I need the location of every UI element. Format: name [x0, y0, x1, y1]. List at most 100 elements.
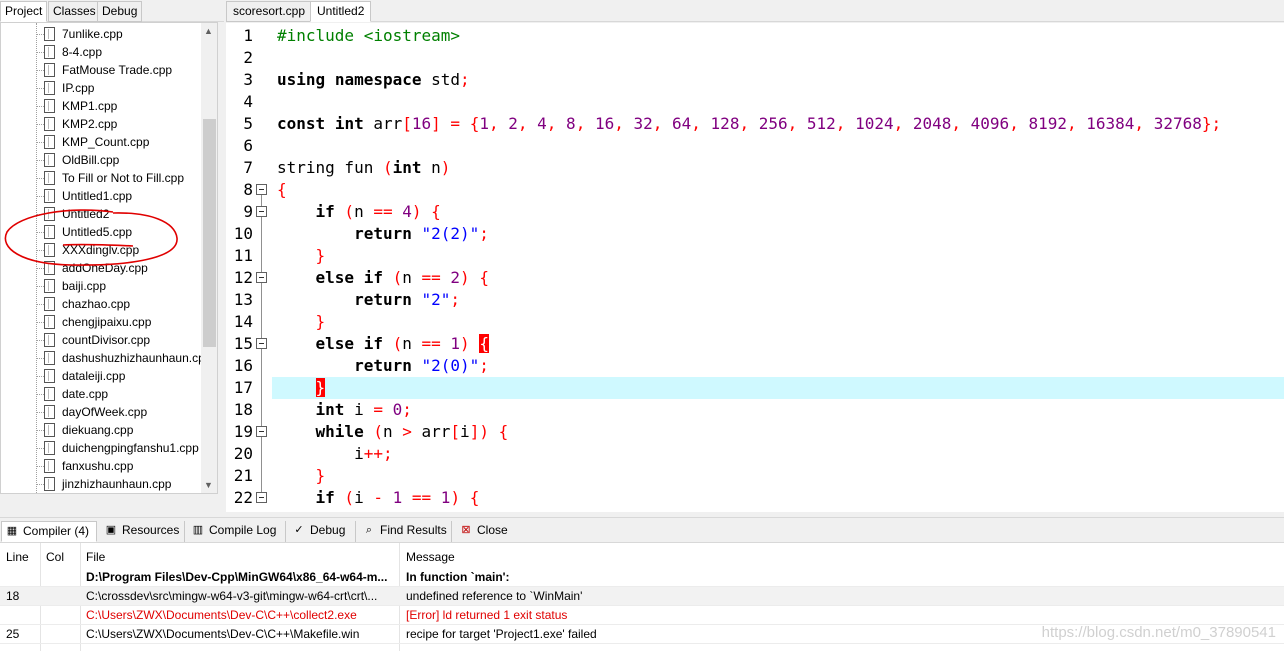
- tree-file-item[interactable]: dayOfWeek.cpp: [1, 403, 201, 421]
- tab-debug-label: Debug: [310, 523, 346, 537]
- code-token: i: [460, 422, 470, 441]
- tab-compile-log[interactable]: ▥ Compile Log: [188, 521, 286, 542]
- fold-minus-icon[interactable]: [256, 272, 267, 283]
- code-line[interactable]: using namespace std;: [277, 69, 470, 91]
- code-line[interactable]: }: [277, 245, 326, 267]
- scroll-up-icon[interactable]: ▲: [204, 26, 213, 36]
- line-number: 5: [243, 114, 253, 133]
- tab-project[interactable]: Project: [0, 1, 48, 22]
- editor-tab-untitled2[interactable]: Untitled2: [310, 1, 372, 22]
- file-icon: [44, 243, 55, 257]
- header-col[interactable]: Col: [46, 547, 64, 567]
- fold-minus-icon[interactable]: [256, 206, 267, 217]
- project-tree: 7unlike.cpp 8-4.cpp FatMouse Trade.cpp IP.c…: [0, 22, 218, 494]
- code-token: -: [373, 488, 383, 507]
- header-message[interactable]: Message: [406, 547, 455, 567]
- tree-file-item[interactable]: duichengpingfanshu1.cpp: [1, 439, 201, 457]
- code-token: n: [382, 422, 403, 441]
- tree-file-item[interactable]: countDivisor.cpp: [1, 331, 201, 349]
- line-number: 6: [243, 136, 253, 155]
- fold-minus-icon[interactable]: [256, 492, 267, 503]
- code-line[interactable]: while (n > arr[i]) {: [277, 421, 509, 443]
- tree-file-item[interactable]: KMP2.cpp: [1, 115, 201, 133]
- code-token: {: [277, 180, 287, 199]
- fold-minus-icon[interactable]: [256, 338, 267, 349]
- tree-file-item[interactable]: Untitled1.cpp: [1, 187, 201, 205]
- tree-file-item[interactable]: Untitled5.cpp: [1, 223, 201, 241]
- tree-file-item[interactable]: 8-4.cpp: [1, 43, 201, 61]
- tree-file-item[interactable]: XXXdinglv.cpp: [1, 241, 201, 259]
- code-line[interactable]: #include <iostream>: [277, 25, 460, 47]
- code-line[interactable]: if (n == 4) {: [277, 201, 441, 223]
- code-line[interactable]: {: [277, 179, 287, 201]
- cell-message: undefined reference to `WinMain': [406, 589, 583, 603]
- line-number: 1: [243, 26, 253, 45]
- table-row[interactable]: D:\Program Files\Dev-Cpp\MinGW64\x86_64-…: [0, 568, 1284, 587]
- tab-classes[interactable]: Classes: [48, 1, 101, 22]
- code-token: (: [334, 488, 355, 507]
- table-row[interactable]: C:\Users\ZWX\Documents\Dev-C\C++\collect…: [0, 606, 1284, 625]
- tab-compiler[interactable]: ▦ Compiler (4): [1, 521, 97, 542]
- tree-file-item[interactable]: 7unlike.cpp: [1, 25, 201, 43]
- tree-file-item[interactable]: diekuang.cpp: [1, 421, 201, 439]
- code-line[interactable]: else if (n == 2) {: [277, 267, 489, 289]
- tab-debug-output[interactable]: ✓ Debug: [289, 521, 356, 542]
- file-icon: [44, 117, 55, 131]
- tree-file-label: date.cpp: [62, 387, 109, 401]
- table-row[interactable]: 18 C:\crossdev\src\mingw-w64-v3-git\mingw…: [0, 587, 1284, 606]
- code-token: {: [479, 334, 489, 353]
- code-line[interactable]: }: [277, 311, 326, 333]
- tree-file-item[interactable]: date.cpp: [1, 385, 201, 403]
- tree-file-item[interactable]: chazhao.cpp: [1, 295, 201, 313]
- tree-file-item[interactable]: baiji.cpp: [1, 277, 201, 295]
- tree-connector: [37, 124, 44, 125]
- tree-file-item[interactable]: dataleiji.cpp: [1, 367, 201, 385]
- tree-connector: [37, 286, 44, 287]
- fold-minus-icon[interactable]: [256, 426, 267, 437]
- scroll-down-icon[interactable]: ▼: [204, 480, 213, 490]
- tree-file-item[interactable]: dashushuzhizhaunhaun.cpp: [1, 349, 211, 367]
- code-line[interactable]: return "2";: [277, 289, 460, 311]
- editor-tab-scoresort[interactable]: scoresort.cpp: [226, 1, 313, 22]
- code-line[interactable]: int i = 0;: [277, 399, 412, 421]
- code-token: 32: [633, 114, 653, 133]
- code-token: ) {: [411, 202, 441, 221]
- code-token: 8192: [1028, 114, 1067, 133]
- code-line[interactable]: }: [277, 465, 326, 487]
- code-token: std: [421, 70, 461, 89]
- code-token: n: [402, 268, 422, 287]
- code-line[interactable]: if (i - 1 == 1) {: [277, 487, 480, 509]
- tree-file-item[interactable]: chengjipaixu.cpp: [1, 313, 201, 331]
- header-file[interactable]: File: [86, 547, 105, 567]
- tree-file-item[interactable]: KMP1.cpp: [1, 97, 201, 115]
- code-line[interactable]: i++;: [277, 443, 393, 465]
- tree-file-item[interactable]: Untitled2: [1, 205, 201, 223]
- current-code-line[interactable]: }: [272, 377, 1284, 399]
- code-line[interactable]: string fun (int n): [277, 157, 450, 179]
- scroll-thumb[interactable]: [203, 119, 216, 347]
- code-line[interactable]: const int arr[16] = {1, 2, 4, 8, 16, 32,…: [277, 113, 1221, 135]
- tree-connector: [37, 322, 44, 323]
- header-line[interactable]: Line: [6, 547, 29, 567]
- tree-file-item[interactable]: KMP_Count.cpp: [1, 133, 201, 151]
- code-line[interactable]: else if (n == 1) {: [277, 333, 489, 355]
- file-icon: [44, 387, 55, 401]
- tab-close[interactable]: ⊠ Close: [456, 521, 516, 542]
- tree-file-item[interactable]: IP.cpp: [1, 79, 201, 97]
- tab-resources[interactable]: ▣ Resources: [101, 521, 185, 542]
- tab-find-results[interactable]: ⌕ Find Results: [359, 521, 452, 542]
- tree-file-item[interactable]: FatMouse Trade.cpp: [1, 61, 201, 79]
- tree-file-item[interactable]: jinzhizhaunhaun.cpp: [1, 475, 201, 493]
- tree-file-item[interactable]: OldBill.cpp: [1, 151, 201, 169]
- code-line[interactable]: return "2(2)";: [277, 223, 489, 245]
- tree-file-item[interactable]: To Fill or Not to Fill.cpp: [1, 169, 201, 187]
- code-token: 2: [450, 268, 461, 287]
- tree-file-item[interactable]: addOneDay.cpp: [1, 259, 201, 277]
- tree-file-item[interactable]: fanxushu.cpp: [1, 457, 201, 475]
- tree-vertical-scrollbar[interactable]: ▲ ▼: [201, 23, 217, 493]
- tab-debug[interactable]: Debug: [97, 1, 143, 22]
- code-line[interactable]: return "2(0)";: [277, 355, 489, 377]
- fold-minus-icon[interactable]: [256, 184, 267, 195]
- code-editor[interactable]: #include <iostream> using namespace std; c…: [272, 23, 1284, 512]
